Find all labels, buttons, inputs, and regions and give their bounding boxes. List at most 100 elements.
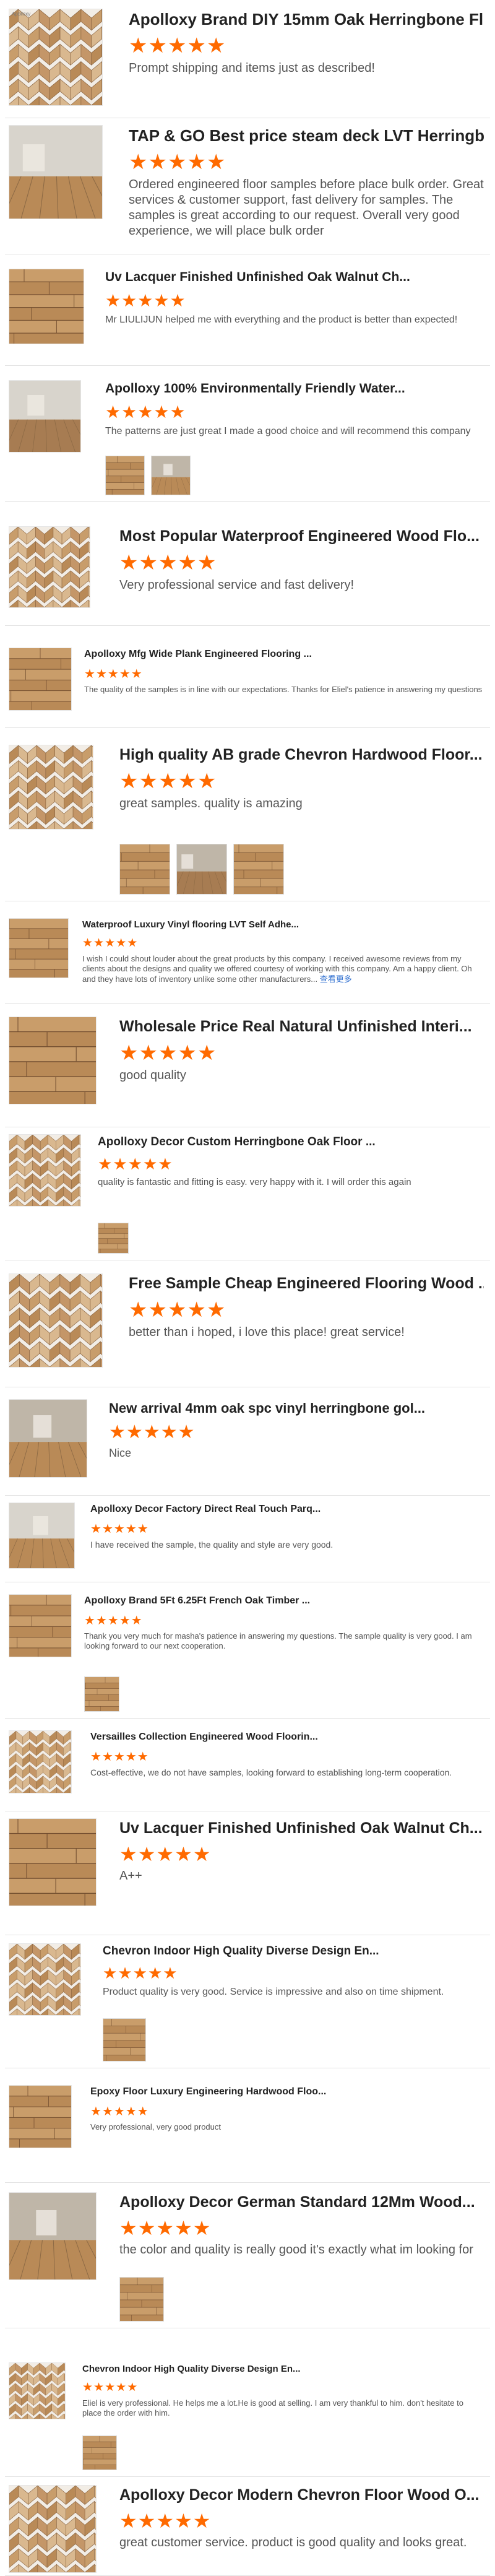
star-icon: ★ xyxy=(133,1964,148,1982)
review-photo[interactable] xyxy=(98,1223,129,1254)
star-rating: ★★★★★ xyxy=(84,666,143,682)
star-rating: ★★★★★ xyxy=(119,769,217,794)
star-icon: ★ xyxy=(127,937,138,950)
product-title[interactable]: Versailles Collection Engineered Wood Fl… xyxy=(90,1732,484,1743)
product-title[interactable]: Most Popular Waterproof Engineered Wood … xyxy=(119,527,484,545)
comment-text: better than i hoped, i love this place! … xyxy=(129,1325,405,1339)
star-rating: ★★★★★ xyxy=(119,1041,217,1065)
star-icon: ★ xyxy=(137,402,153,422)
product-title[interactable]: Apolloxy Decor Factory Direct Real Touch… xyxy=(90,1504,484,1515)
comment-text: Product quality is very good. Service is… xyxy=(103,1987,444,1997)
chevron-tile-image[interactable] xyxy=(9,1273,103,1368)
dining-room-image[interactable] xyxy=(9,2192,97,2280)
versailles-panel-image[interactable] xyxy=(9,1730,72,1793)
star-icon: ★ xyxy=(168,34,187,58)
installer-floor-image[interactable] xyxy=(9,380,81,453)
comment-text: The quality of the samples is in line wi… xyxy=(84,685,482,694)
star-icon: ★ xyxy=(105,2381,116,2394)
chevron-light-image[interactable] xyxy=(9,2362,66,2419)
product-title[interactable]: Epoxy Floor Luxury Engineering Hardwood … xyxy=(90,2086,484,2097)
star-icon: ★ xyxy=(103,1964,118,1982)
product-title[interactable]: TAP & GO Best price steam deck LVT Herri… xyxy=(129,126,484,145)
product-title[interactable]: Apolloxy Decor Modern Chevron Floor Wood… xyxy=(119,2486,484,2504)
review-photo[interactable] xyxy=(82,2435,117,2470)
review-item: Uv Lacquer Finished Unfinished Oak Walnu… xyxy=(5,254,490,366)
star-icon: ★ xyxy=(197,770,217,793)
chevron-indoor-image[interactable] xyxy=(9,1943,81,2016)
product-title[interactable]: Apolloxy Decor German Standard 12Mm Wood… xyxy=(119,2193,484,2211)
star-icon: ★ xyxy=(119,667,131,681)
review-item: High quality AB grade Chevron Hardwood F… xyxy=(5,727,490,901)
star-icon: ★ xyxy=(193,1843,212,1865)
comment-text: Very professional service and fast deliv… xyxy=(119,578,354,592)
room-floor-image[interactable] xyxy=(9,125,103,219)
chevron-room-image[interactable] xyxy=(9,2485,97,2573)
review-photo[interactable] xyxy=(103,2018,146,2062)
review-photo[interactable] xyxy=(119,844,170,895)
star-icon: ★ xyxy=(105,937,116,950)
star-icon: ★ xyxy=(119,1614,131,1628)
wide-plank-image[interactable] xyxy=(9,648,72,711)
star-icon: ★ xyxy=(129,34,148,58)
star-rating: ★★★★★ xyxy=(103,1964,178,1983)
herringbone-tile-image[interactable]: Apolloxy xyxy=(9,9,103,106)
product-title[interactable]: Apolloxy 100% Environmentally Friendly W… xyxy=(105,381,484,396)
star-icon: ★ xyxy=(178,1041,197,1065)
review-photo[interactable] xyxy=(176,844,227,895)
star-icon: ★ xyxy=(138,2510,157,2532)
herringbone-panel-image[interactable] xyxy=(9,526,90,608)
natural-oak-image[interactable] xyxy=(9,1017,97,1104)
product-title[interactable]: Chevron Indoor High Quality Diverse Desi… xyxy=(103,1945,484,1958)
star-icon: ★ xyxy=(158,770,178,793)
star-icon: ★ xyxy=(168,150,187,174)
review-photo[interactable] xyxy=(233,844,284,895)
vinyl-floor-image[interactable] xyxy=(9,918,69,978)
star-icon: ★ xyxy=(116,937,127,950)
hardwood-stairs-image[interactable] xyxy=(9,2085,72,2148)
wood-planks-image[interactable] xyxy=(9,269,84,344)
see-more-link[interactable]: 查看更多 xyxy=(320,974,352,984)
chevron-sample-image[interactable] xyxy=(9,745,93,830)
product-title[interactable]: Wholesale Price Real Natural Unfinished … xyxy=(119,1018,484,1036)
review-comment: the color and quality is really good it'… xyxy=(119,2242,484,2258)
review-item: Epoxy Floor Luxury Engineering Hardwood … xyxy=(5,2068,490,2183)
review-photo[interactable] xyxy=(84,1676,119,1712)
review-comment: Mr LIULIJUN helped me with everything an… xyxy=(105,314,484,326)
star-icon: ★ xyxy=(187,34,206,58)
product-title[interactable]: Apolloxy Brand 5Ft 6.25Ft French Oak Tim… xyxy=(84,1595,484,1607)
star-icon: ★ xyxy=(148,150,167,174)
comment-text: I wish I could shout louder about the gr… xyxy=(82,954,472,984)
product-title[interactable]: Free Sample Cheap Engineered Flooring Wo… xyxy=(129,1275,484,1293)
product-title[interactable]: Apolloxy Mfg Wide Plank Engineered Floor… xyxy=(84,649,484,660)
product-title[interactable]: Uv Lacquer Finished Unfinished Oak Walnu… xyxy=(119,1819,484,1837)
star-icon: ★ xyxy=(119,2217,138,2239)
review-item: TAP & GO Best price steam deck LVT Herri… xyxy=(5,118,490,254)
review-photo[interactable] xyxy=(151,456,191,495)
product-title[interactable]: New arrival 4mm oak spc vinyl herringbon… xyxy=(109,1400,484,1416)
product-title[interactable]: Chevron Indoor High Quality Diverse Desi… xyxy=(82,2364,484,2374)
star-icon: ★ xyxy=(126,1522,137,1536)
hall-floor-image[interactable] xyxy=(9,1399,87,1478)
star-icon: ★ xyxy=(178,551,197,575)
comment-text: A++ xyxy=(119,1869,142,1883)
herringbone-room-image[interactable] xyxy=(9,1134,81,1207)
oak-timber-image[interactable] xyxy=(9,1594,72,1657)
review-photo[interactable] xyxy=(105,456,145,495)
product-title[interactable]: Apolloxy Decor Custom Herringbone Oak Fl… xyxy=(98,1135,484,1149)
star-icon: ★ xyxy=(153,291,170,310)
walnut-floor-image[interactable] xyxy=(9,1818,97,1906)
review-item: Apolloxy Apolloxy Brand DIY 15mm Oak Herr… xyxy=(5,0,490,118)
review-photo[interactable] xyxy=(119,2277,164,2322)
product-title[interactable]: High quality AB grade Chevron Hardwood F… xyxy=(119,746,484,764)
star-icon: ★ xyxy=(93,2381,105,2394)
living-room-image[interactable] xyxy=(9,1503,75,1569)
product-title[interactable]: Apolloxy Brand DIY 15mm Oak Herringbone … xyxy=(129,10,484,29)
product-title[interactable]: Waterproof Luxury Vinyl flooring LVT Sel… xyxy=(82,919,484,930)
review-comment: I wish I could shout louder about the gr… xyxy=(82,954,484,984)
star-icon: ★ xyxy=(137,1750,149,1764)
comment-text: good quality xyxy=(119,1069,186,1082)
star-icon: ★ xyxy=(168,1298,187,1322)
star-rating: ★★★★★ xyxy=(119,550,217,575)
star-icon: ★ xyxy=(96,667,108,681)
product-title[interactable]: Uv Lacquer Finished Unfinished Oak Walnu… xyxy=(105,270,484,285)
